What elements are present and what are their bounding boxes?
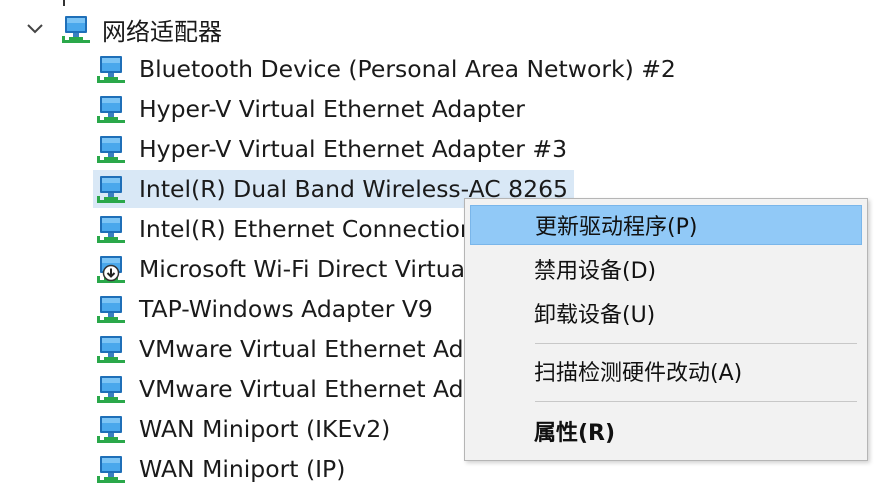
network-adapter-icon <box>93 332 127 366</box>
device-item-vmware-2[interactable]: VMware Virtual Ethernet Ada <box>93 370 484 408</box>
category-network-adapters[interactable]: 网络适配器 <box>20 10 222 48</box>
menu-item-uninstall-device[interactable]: 卸载设备(U) <box>470 293 862 333</box>
device-item-bluetooth-pan[interactable]: Bluetooth Device (Personal Area Network)… <box>93 50 682 88</box>
network-adapter-icon <box>93 172 127 206</box>
menu-separator <box>535 343 857 344</box>
network-adapter-icon <box>93 412 127 446</box>
device-label: WAN Miniport (IKEv2) <box>139 415 391 443</box>
device-label: VMware Virtual Ethernet Ada <box>139 335 478 363</box>
device-item-hyperv-adapter[interactable]: Hyper-V Virtual Ethernet Adapter <box>93 90 531 128</box>
device-label: Hyper-V Virtual Ethernet Adapter <box>139 95 525 123</box>
device-item-tap-windows[interactable]: TAP-Windows Adapter V9 <box>93 290 439 328</box>
device-item-vmware-1[interactable]: VMware Virtual Ethernet Ada <box>93 330 484 368</box>
network-adapter-icon <box>58 12 92 46</box>
menu-item-properties[interactable]: 属性(R) <box>470 411 862 451</box>
device-label: VMware Virtual Ethernet Ada <box>139 375 478 403</box>
chevron-down-icon[interactable] <box>20 14 50 44</box>
device-item-hyperv-adapter-3[interactable]: Hyper-V Virtual Ethernet Adapter #3 <box>93 130 573 168</box>
device-label: Microsoft Wi-Fi Direct Virtua <box>139 255 466 283</box>
device-item-wan-ip[interactable]: WAN Miniport (IP) <box>93 450 351 488</box>
device-item-intel-ethernet[interactable]: Intel(R) Ethernet Connection <box>93 210 481 248</box>
menu-item-disable-device[interactable]: 禁用设备(D) <box>470 249 862 289</box>
network-adapter-icon <box>93 52 127 86</box>
menu-item-update-driver[interactable]: 更新驱动程序(P) <box>470 205 862 245</box>
menu-item-scan-hardware[interactable]: 扫描检测硬件改动(A) <box>470 351 862 391</box>
network-adapter-icon <box>93 212 127 246</box>
network-adapter-icon <box>93 292 127 326</box>
network-adapter-disabled-icon <box>93 252 127 286</box>
device-label: TAP-Windows Adapter V9 <box>139 295 433 323</box>
device-label: Bluetooth Device (Personal Area Network)… <box>139 55 676 83</box>
device-label: Hyper-V Virtual Ethernet Adapter #3 <box>139 135 568 163</box>
device-label: Intel(R) Ethernet Connection <box>139 215 475 243</box>
category-label: 网络适配器 <box>102 17 222 46</box>
network-adapter-icon <box>93 372 127 406</box>
device-label: WAN Miniport (IP) <box>139 455 346 483</box>
context-menu: 更新驱动程序(P) 禁用设备(D) 卸载设备(U) 扫描检测硬件改动(A) 属性… <box>464 198 868 461</box>
menu-separator <box>535 401 857 402</box>
network-adapter-icon <box>93 452 127 486</box>
tree-connector-line <box>63 0 65 6</box>
network-adapter-icon <box>93 132 127 166</box>
device-item-wan-ikev2[interactable]: WAN Miniport (IKEv2) <box>93 410 396 448</box>
network-adapter-icon <box>93 92 127 126</box>
device-item-wifi-direct[interactable]: Microsoft Wi-Fi Direct Virtua <box>93 250 471 288</box>
